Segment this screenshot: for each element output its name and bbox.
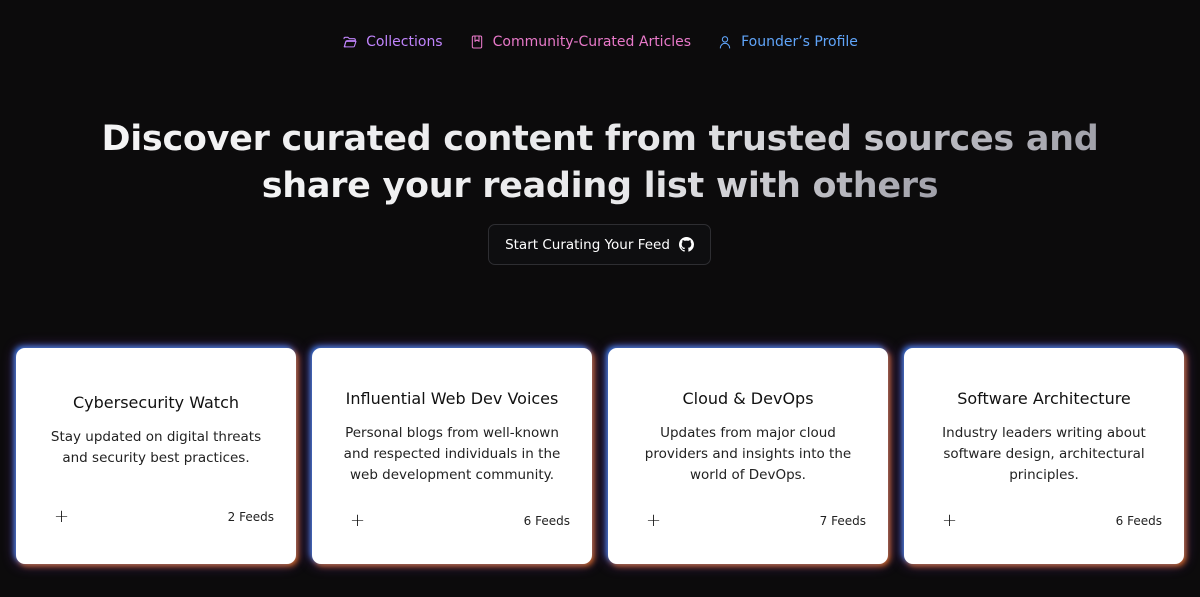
collection-card[interactable]: Influential Web Dev Voices Personal blog… (312, 348, 592, 564)
add-collection-button[interactable]: + (54, 508, 69, 526)
collection-card[interactable]: Cybersecurity Watch Stay updated on digi… (16, 348, 296, 564)
start-curating-button[interactable]: Start Curating Your Feed (488, 224, 711, 265)
user-icon (719, 36, 731, 49)
nav-community-articles[interactable]: Community-Curated Articles (469, 34, 691, 50)
github-icon (678, 237, 694, 252)
start-curating-label: Start Curating Your Feed (505, 236, 670, 253)
collection-card[interactable]: Cloud & DevOps Updates from major cloud … (608, 348, 888, 564)
feed-count: 2 Feeds (227, 510, 274, 524)
card-title: Software Architecture (957, 389, 1131, 408)
add-collection-button[interactable]: + (942, 512, 957, 530)
feed-count: 6 Feeds (523, 514, 570, 528)
hero-line-1: Discover curated content from trusted so… (101, 119, 1099, 159)
nav-collections[interactable]: Collections (342, 34, 443, 50)
add-collection-button[interactable]: + (646, 512, 661, 530)
feed-count: 7 Feeds (819, 514, 866, 528)
top-nav: Collections Community-Curated Articles F… (0, 34, 1200, 50)
card-title: Cybersecurity Watch (73, 393, 239, 412)
collection-card[interactable]: Software Architecture Industry leaders w… (904, 348, 1184, 564)
card-description: Stay updated on digital threats and secu… (50, 429, 262, 466)
card-title: Influential Web Dev Voices (345, 389, 559, 408)
feed-count: 6 Feeds (1115, 514, 1162, 528)
card-description: Personal blogs from well-known and respe… (343, 425, 561, 483)
hero-heading: Discover curated content from trusted so… (0, 116, 1200, 210)
hero-line-2: share your reading list with others (261, 166, 939, 206)
card-title: Cloud & DevOps (682, 389, 814, 408)
card-description: Updates from major cloud providers and i… (644, 425, 852, 483)
nav-collections-label: Collections (366, 34, 443, 50)
add-collection-button[interactable]: + (350, 512, 365, 530)
folder-open-icon (343, 36, 357, 48)
nav-founder-profile-label: Founder’s Profile (741, 34, 858, 50)
nav-founder-profile[interactable]: Founder’s Profile (717, 34, 858, 50)
card-description: Industry leaders writing about software … (942, 425, 1146, 483)
bookmark-icon (471, 35, 482, 49)
nav-community-articles-label: Community-Curated Articles (492, 34, 692, 50)
